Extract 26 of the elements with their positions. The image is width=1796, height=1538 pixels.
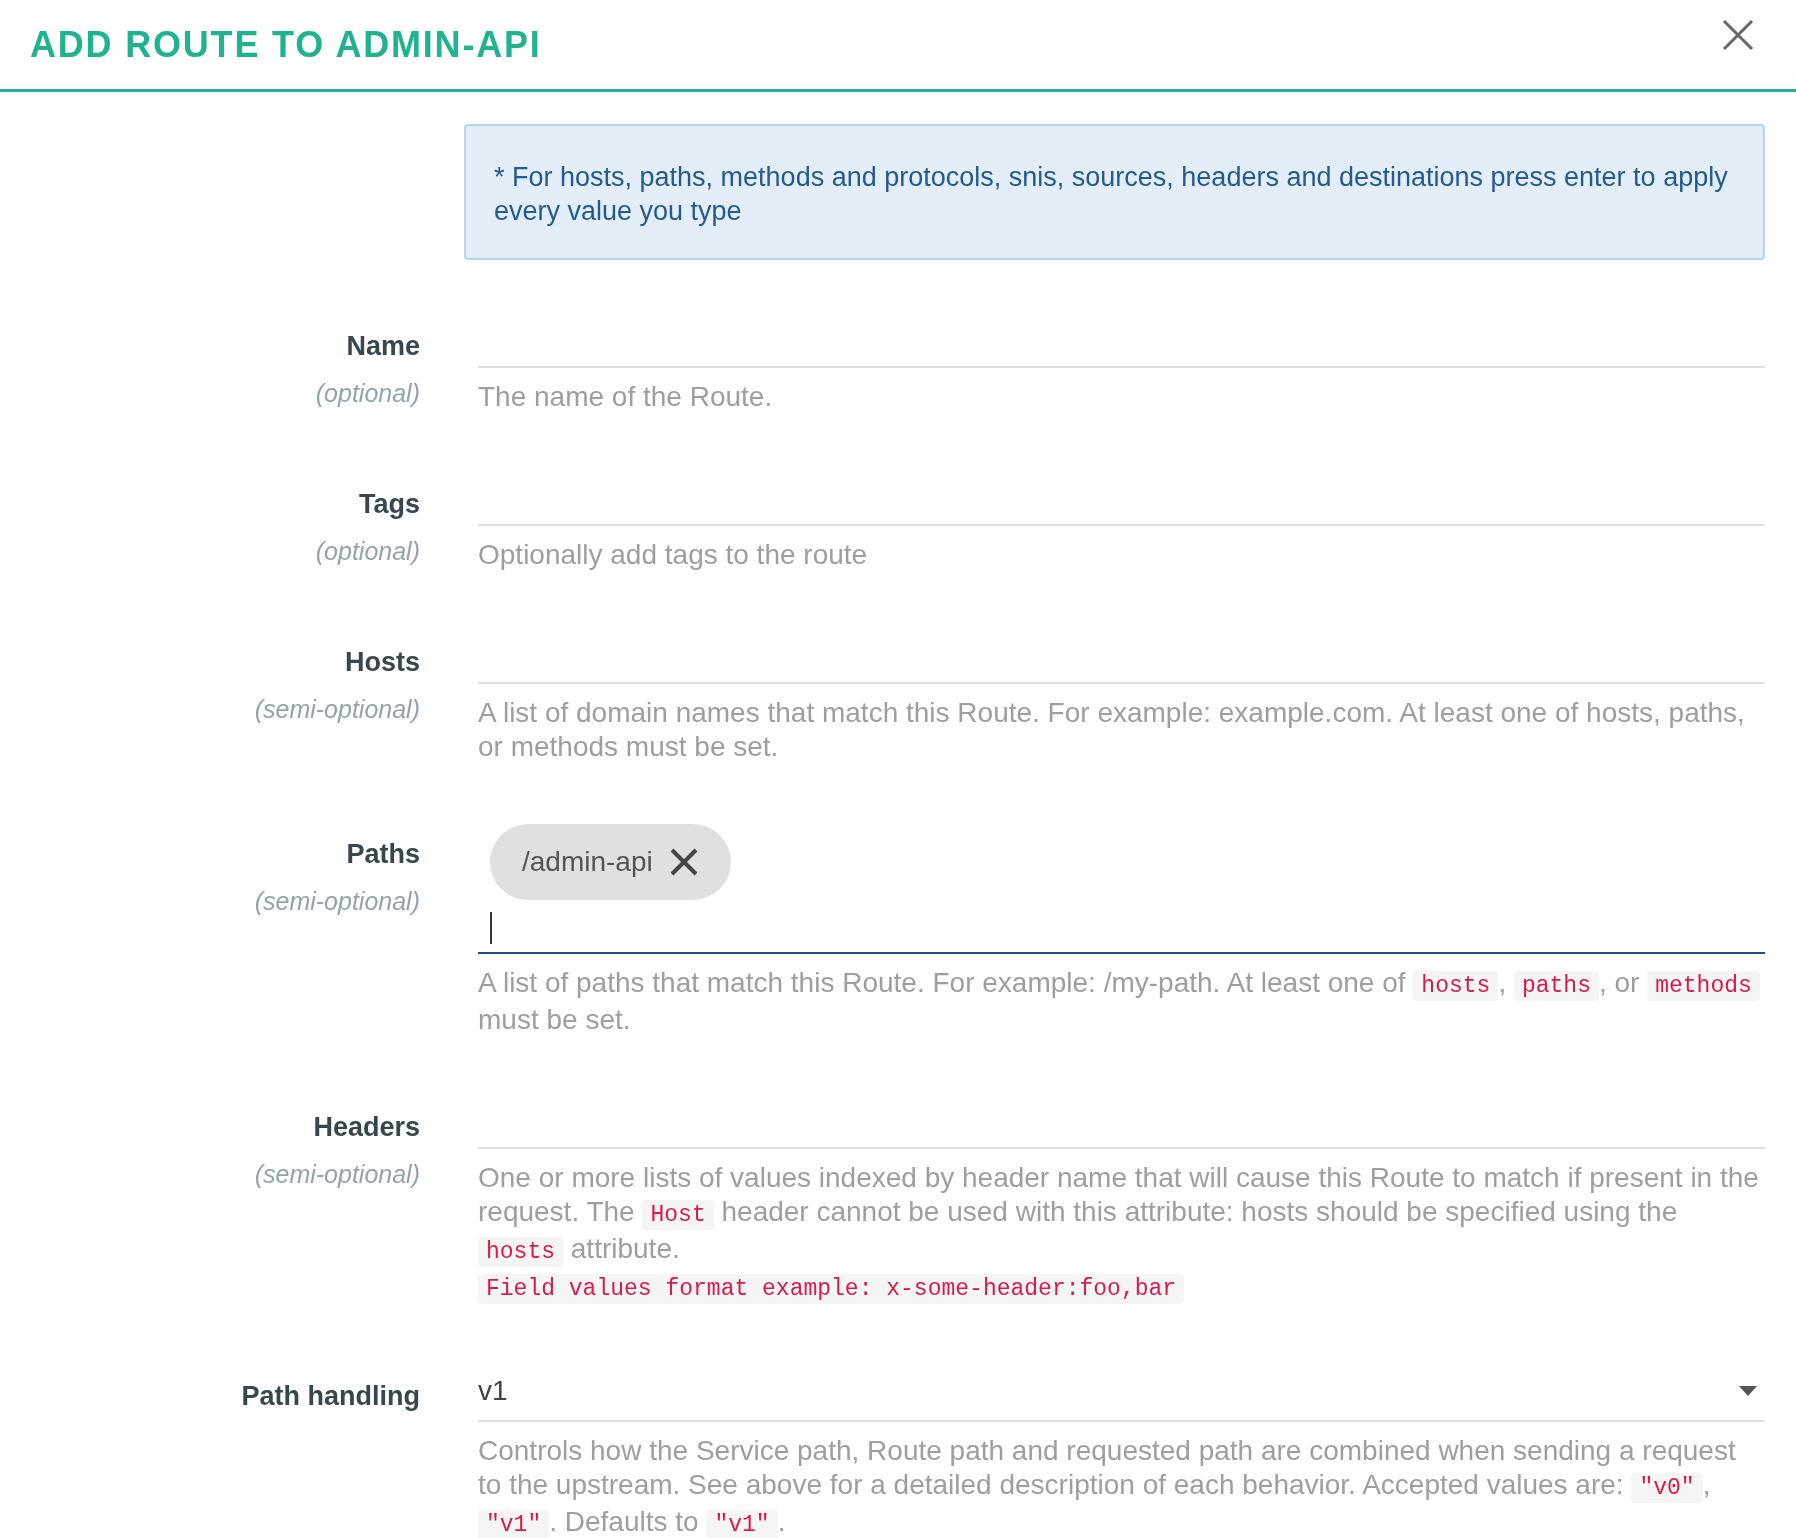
field-note: (optional) bbox=[315, 377, 420, 409]
help-text: The name of the Route. bbox=[478, 380, 774, 414]
info-box: * For hosts, paths, methods and protocols, snis, sources, headers and destinations press enter to apply every value you type bbox=[464, 124, 1765, 260]
close-icon[interactable] bbox=[668, 847, 699, 877]
help-text: A list of domain names that match this Route. For example: example.com. At least one of hosts, paths, or methods must be set. bbox=[478, 696, 1746, 764]
select-field[interactable]: v1 bbox=[478, 1362, 1765, 1422]
help-text: Controls how the Service path, Route path and requested path are combined when sending a request to the upstream. See above for a detailed description of each behavior. Accepted values are: "v0" , "v1" . Defaults to "v1" . bbox=[478, 1434, 1737, 1538]
tags-input[interactable]: /admin-api bbox=[478, 820, 1765, 954]
field-label: Path handling bbox=[241, 1380, 420, 1413]
dropdown-caret-icon bbox=[1739, 1386, 1757, 1396]
field-note: (semi-optional) bbox=[254, 1158, 420, 1190]
help-text: A list of paths that match this Route. For example: /my-path. At least one of hosts , paths , or methods must be set. bbox=[478, 966, 1765, 1037]
field-label: Headers bbox=[313, 1111, 420, 1144]
help-text: Field values format example: x-some-header:foo,bar bbox=[478, 1269, 1765, 1306]
field-label: Name bbox=[346, 330, 420, 363]
field-note: (semi-optional) bbox=[254, 885, 420, 917]
field-label: Paths bbox=[346, 838, 420, 871]
help-text: Optionally add tags to the route bbox=[478, 538, 869, 572]
field-note: (optional) bbox=[315, 535, 420, 567]
field-note: (semi-optional) bbox=[254, 693, 420, 725]
tag-label: /admin-api bbox=[522, 845, 653, 879]
text-cursor bbox=[490, 912, 492, 944]
field-label: Tags bbox=[359, 488, 420, 521]
help-text: One or more lists of values indexed by header name that will cause this Route to match if present in the request. The Host header cannot be used with this attribute: hosts should be specified using the hosts attribute. bbox=[478, 1161, 1760, 1269]
dialog-title: ADD ROUTE TO ADMIN-API bbox=[30, 22, 542, 67]
field-label: Hosts bbox=[345, 646, 420, 679]
